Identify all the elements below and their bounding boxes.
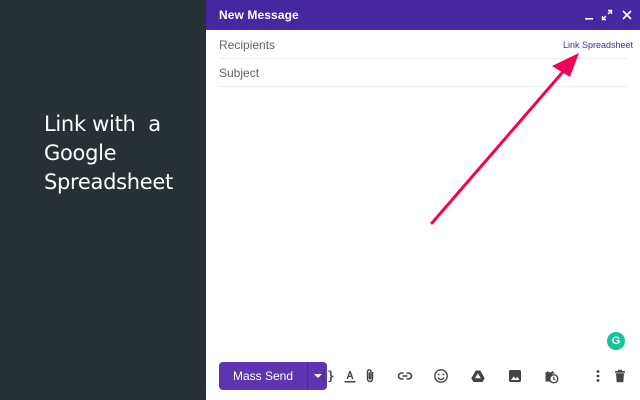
fullscreen-icon[interactable] [600, 8, 614, 22]
drive-icon[interactable] [470, 368, 486, 384]
promo-line-3: Spreadsheet [44, 170, 173, 194]
promo-caption: Link with a Google Spreadsheet [44, 110, 204, 197]
photo-icon[interactable] [507, 368, 523, 384]
subject-field[interactable]: Subject [219, 59, 627, 87]
recipients-field[interactable]: Recipients Link Spreadsheet [219, 31, 633, 59]
link-icon[interactable] [397, 368, 413, 384]
schedule-icon[interactable] [543, 368, 559, 384]
promo-panel: Link with a Google Spreadsheet [0, 0, 206, 400]
compose-window: New Message Recipients Link Spreadsheet … [206, 0, 640, 400]
attach-icon[interactable] [362, 368, 378, 384]
emoji-icon[interactable] [433, 368, 449, 384]
subject-placeholder: Subject [219, 66, 260, 80]
mass-send-button[interactable]: Mass Send [219, 362, 307, 390]
grammarly-icon[interactable]: G [607, 332, 625, 350]
compose-title: New Message [219, 8, 299, 22]
text-format-icon[interactable] [342, 368, 358, 384]
compose-header: New Message [206, 0, 640, 30]
recipients-placeholder: Recipients [219, 38, 276, 52]
more-options-icon[interactable] [590, 368, 606, 384]
promo-line-1: Link with a [44, 112, 161, 136]
promo-line-2: Google [44, 141, 117, 165]
close-icon[interactable] [620, 8, 634, 22]
link-spreadsheet-link[interactable]: Link Spreadsheet [563, 40, 633, 50]
minimize-icon[interactable] [582, 8, 596, 22]
message-body-editor[interactable] [219, 90, 627, 340]
template-braces-icon[interactable]: {} [320, 368, 336, 384]
delete-icon[interactable] [612, 368, 628, 384]
